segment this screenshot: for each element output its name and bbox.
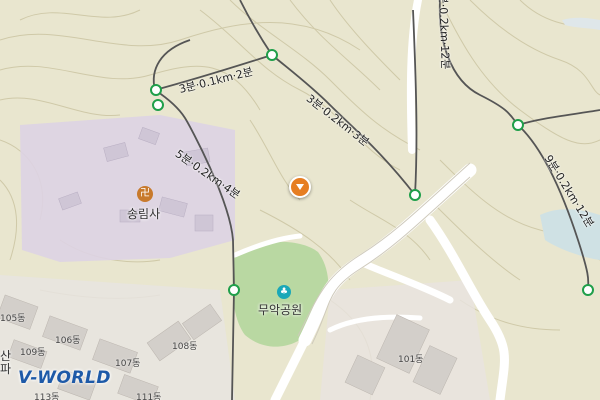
trail-node-4[interactable]: [409, 189, 421, 201]
building-label: 107동: [115, 359, 141, 369]
building-label: 108동: [172, 342, 198, 352]
building-label: 101동: [398, 355, 424, 365]
trail-node-3[interactable]: [152, 99, 164, 111]
building-label: 105동: [0, 314, 26, 324]
trail-node-5[interactable]: [512, 119, 524, 131]
route-label: 4분·0.2km·12분: [435, 0, 452, 70]
partial-place-label: 산 파: [0, 349, 12, 376]
map-view[interactable]: 3분·0.1km·2분 3분·0.2km·3분 5분·0.2km·4분 4분·0…: [0, 0, 600, 400]
building-label: 106동: [55, 336, 81, 346]
park-label[interactable]: 무악공원: [258, 301, 302, 318]
building-label: 111동: [136, 393, 162, 400]
park-icon[interactable]: ♣: [277, 285, 291, 299]
building-label: 113동: [34, 393, 60, 400]
trail-node-2[interactable]: [266, 49, 278, 61]
temple-icon[interactable]: 卍: [137, 186, 153, 202]
map-base-layer: [0, 0, 600, 400]
trail-node-6[interactable]: [228, 284, 240, 296]
temple-label[interactable]: 송림사: [127, 205, 160, 222]
trail-node-7[interactable]: [582, 284, 594, 296]
vworld-logo: V-WORLD: [18, 368, 111, 388]
trail-node-1[interactable]: [150, 84, 162, 96]
building-label: 109동: [20, 348, 46, 358]
location-marker-icon[interactable]: [289, 176, 311, 198]
